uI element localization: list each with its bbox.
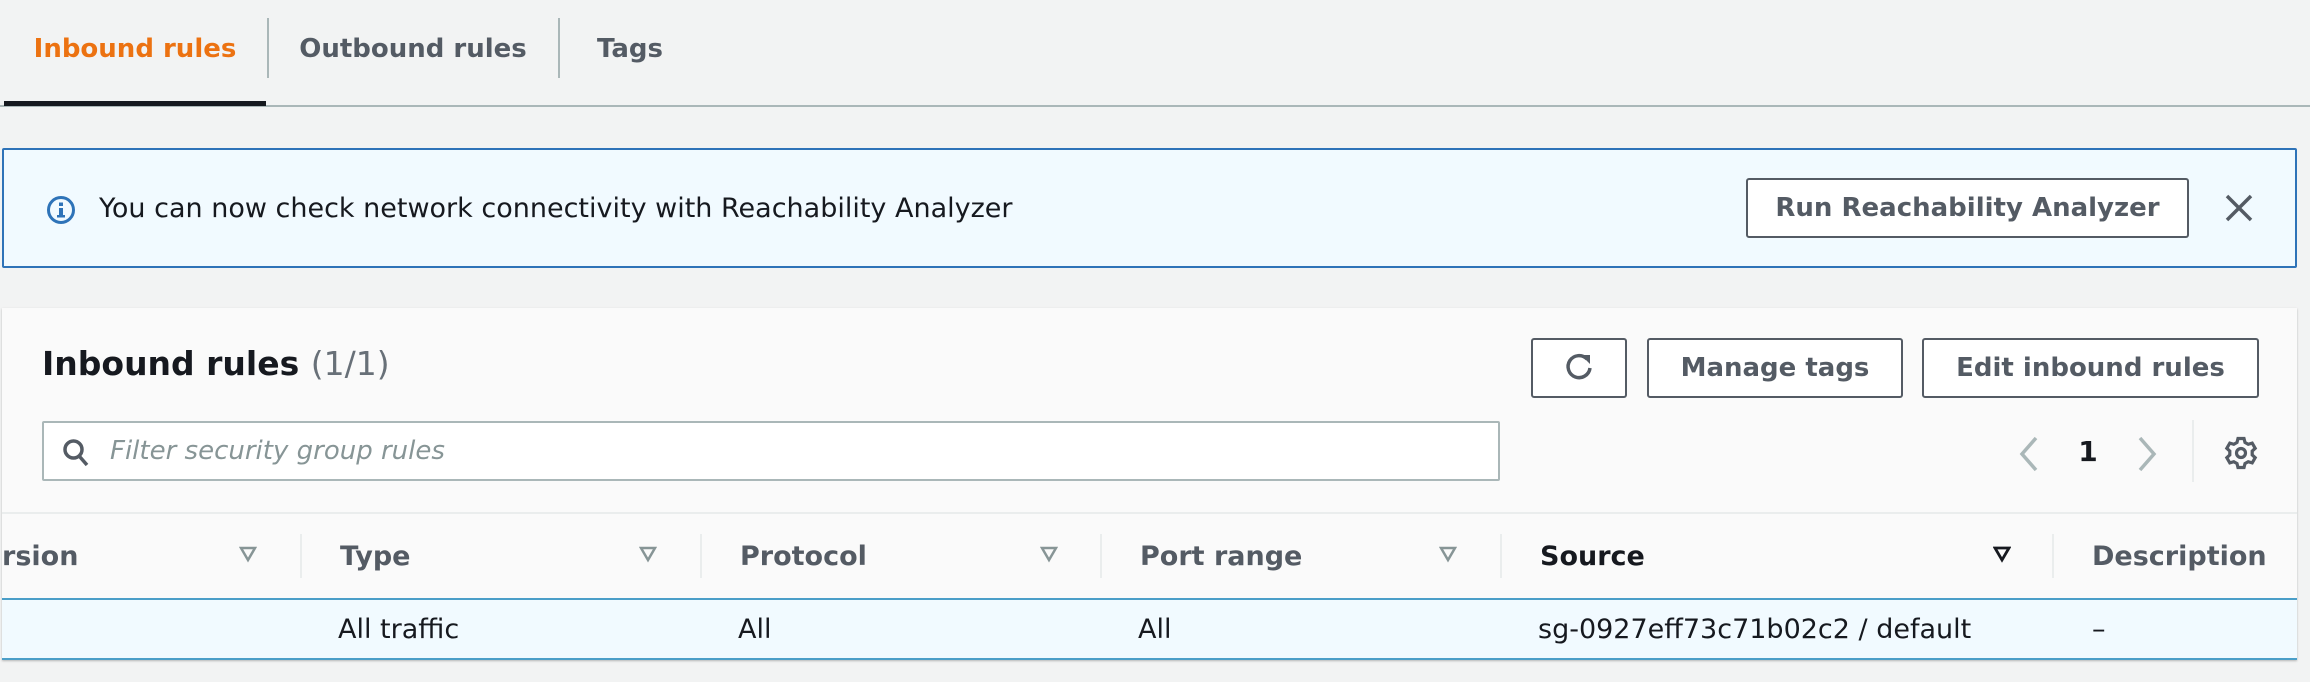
column-header-ip-version[interactable]: rsion <box>2 514 292 598</box>
edit-inbound-rules-button[interactable]: Edit inbound rules <box>1922 338 2259 398</box>
current-page[interactable]: 1 <box>2074 430 2102 472</box>
filter-input[interactable] <box>110 423 1490 479</box>
cell-port-range: All <box>1138 613 1172 645</box>
sort-icon[interactable] <box>239 545 257 563</box>
column-header-type[interactable]: Type <box>340 514 690 598</box>
table-row[interactable]: All traffic All All sg-0927eff73c71b02c2… <box>2 598 2297 660</box>
sort-icon[interactable] <box>639 545 657 563</box>
column-header-port-range[interactable]: Port range <box>1140 514 1490 598</box>
tab-bar: Inbound rules Outbound rules Tags <box>0 0 2310 107</box>
sort-icon[interactable] <box>1993 545 2011 563</box>
cell-ip-version <box>2 600 292 658</box>
next-page-icon[interactable] <box>2132 434 2162 474</box>
column-label: Type <box>340 540 411 572</box>
info-icon <box>47 196 75 224</box>
column-resizer[interactable] <box>1500 534 1502 578</box>
column-label: Description <box>2092 540 2267 572</box>
tab-inbound-rules[interactable]: Inbound rules <box>4 0 266 106</box>
table-header: rsion Type Protocol Port range Source De… <box>2 512 2297 598</box>
column-label: Port range <box>1140 540 1303 572</box>
tab-tags[interactable]: Tags <box>560 0 700 105</box>
run-reachability-analyzer-button[interactable]: Run Reachability Analyzer <box>1746 178 2189 238</box>
previous-page-icon[interactable] <box>2014 434 2044 474</box>
cell-source[interactable]: sg-0927eff73c71b02c2 / default <box>1538 600 1971 658</box>
refresh-icon <box>1566 353 1592 380</box>
manage-tags-button[interactable]: Manage tags <box>1647 338 1903 398</box>
column-resizer[interactable] <box>2052 534 2054 578</box>
column-header-description[interactable]: Description <box>2092 514 2297 598</box>
inbound-rules-panel: Inbound rules (1/1) Manage tags Edit inb… <box>2 308 2297 660</box>
column-label: Protocol <box>740 540 867 572</box>
pager-divider <box>2192 420 2194 482</box>
refresh-button[interactable] <box>1531 338 1627 398</box>
tab-outbound-rules[interactable]: Outbound rules <box>268 0 558 105</box>
column-resizer[interactable] <box>700 534 702 578</box>
column-header-protocol[interactable]: Protocol <box>740 514 1090 598</box>
sort-icon[interactable] <box>1040 545 1058 563</box>
cell-protocol: All <box>738 613 772 645</box>
search-icon <box>63 439 89 467</box>
rule-count: (1/1) <box>310 344 390 383</box>
info-banner: You can now check network connectivity w… <box>2 148 2297 268</box>
column-header-source[interactable]: Source <box>1540 514 2045 598</box>
banner-message: You can now check network connectivity w… <box>99 192 1013 224</box>
column-resizer[interactable] <box>1100 534 1102 578</box>
column-label: Source <box>1540 540 1645 572</box>
cell-description: – <box>2092 613 2106 645</box>
sort-icon[interactable] <box>1439 545 1457 563</box>
column-resizer[interactable] <box>300 534 302 578</box>
panel-title: Inbound rules (1/1) <box>42 344 390 383</box>
filter-search-box[interactable] <box>42 421 1500 481</box>
panel-title-text: Inbound rules <box>42 344 300 383</box>
column-label: rsion <box>2 540 79 572</box>
cell-type: All traffic <box>338 613 460 645</box>
gear-icon[interactable] <box>2224 436 2258 470</box>
close-icon[interactable] <box>2219 188 2259 228</box>
